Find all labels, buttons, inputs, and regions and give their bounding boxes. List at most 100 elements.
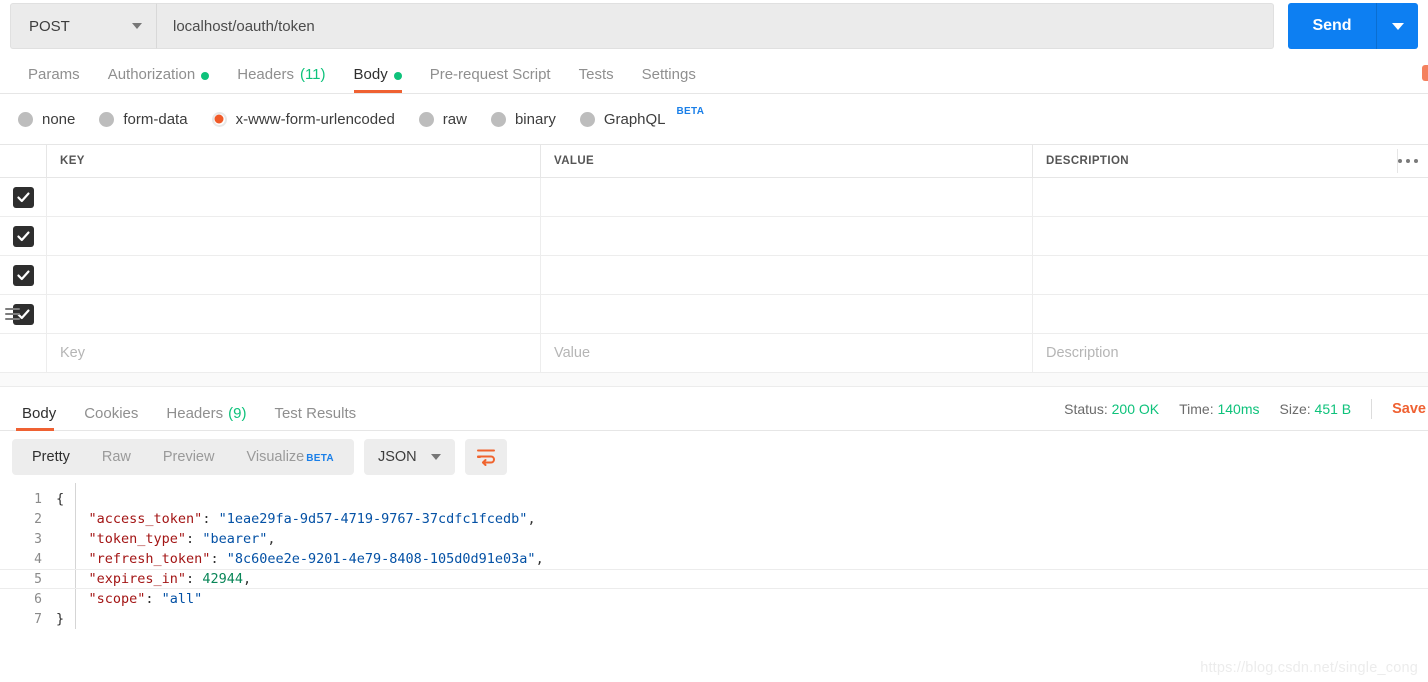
code-token: : (186, 571, 203, 587)
placeholder-description-input[interactable]: Description (1033, 334, 1428, 372)
code-token: { (56, 491, 65, 507)
row-description-input[interactable] (1033, 256, 1428, 294)
request-tab-label: Authorization (107, 66, 196, 83)
line-number: 6 (34, 591, 42, 607)
code-token: , (267, 531, 276, 547)
body-type-x-www-form-urlencoded[interactable]: x-www-form-urlencoded (211, 110, 395, 128)
request-tab-body[interactable]: Body (340, 67, 416, 93)
row-value-input[interactable] (541, 178, 1033, 216)
request-tab-pre-request-script[interactable]: Pre-request Script (416, 67, 565, 93)
request-tab-headers[interactable]: Headers (11) (223, 67, 339, 93)
row-description-input[interactable] (1033, 217, 1428, 255)
word-wrap-icon[interactable] (464, 439, 507, 475)
line-number: 1 (34, 491, 42, 507)
radio-icon[interactable] (579, 111, 595, 127)
table-row[interactable] (0, 217, 1428, 256)
request-tab-settings[interactable]: Settings (628, 67, 710, 93)
bulk-edit-more-icon[interactable] (1398, 159, 1418, 163)
response-tabs: Body Cookies Headers (9) Test Results (8, 387, 370, 431)
request-tab-count: (11) (299, 66, 326, 83)
response-tab-body[interactable]: Body (8, 406, 70, 431)
body-type-label: form-data (123, 110, 188, 128)
code-line-text: "access_token": "1eae29fa-9d57-4719-9767… (56, 511, 536, 527)
body-type-label: x-www-form-urlencoded (235, 110, 395, 128)
placeholder-value-input[interactable]: Value (541, 334, 1033, 372)
line-number: 7 (34, 611, 42, 627)
request-tab-authorization[interactable]: Authorization (94, 67, 224, 93)
body-type-raw[interactable]: raw (418, 111, 467, 128)
url-bar: POST localhost/oauth/token Send (0, 0, 1428, 52)
view-mode-visualize[interactable]: Visualize BETA (230, 439, 349, 475)
cookies-link-clipped[interactable] (1422, 65, 1428, 81)
send-button[interactable]: Send (1288, 3, 1376, 49)
row-key-input[interactable] (47, 256, 541, 294)
header-key-cell: KEY (47, 145, 541, 177)
code-token: "all" (161, 591, 203, 607)
view-mode-label: Raw (101, 449, 131, 465)
table-row[interactable] (0, 256, 1428, 295)
code-line-text: { (56, 491, 64, 507)
code-line-text: } (56, 611, 64, 627)
response-body-code[interactable]: 1{2 "access_token": "1eae29fa-9d57-4719-… (0, 483, 1428, 629)
table-row-placeholder[interactable]: Key Value Description (0, 334, 1428, 373)
row-checkbox[interactable] (12, 186, 34, 208)
header-description-label: DESCRIPTION (1046, 155, 1129, 167)
http-method-select[interactable]: POST (10, 3, 156, 49)
view-mode-preview[interactable]: Preview (147, 439, 231, 475)
row-value-input[interactable] (541, 217, 1033, 255)
response-tab-cookies[interactable]: Cookies (70, 406, 152, 431)
save-response-link[interactable]: Save (1392, 401, 1428, 417)
request-tab-label: Params (28, 66, 80, 83)
row-description-input[interactable] (1033, 295, 1428, 333)
row-key-input[interactable] (47, 295, 541, 333)
response-tab-label: Cookies (84, 404, 139, 422)
view-mode-label: Preview (162, 449, 215, 465)
drag-handle-icon[interactable] (5, 308, 20, 320)
row-value-input[interactable] (541, 256, 1033, 294)
request-tab-tests[interactable]: Tests (565, 67, 628, 93)
body-type-label: binary (514, 110, 556, 128)
code-token: : (202, 511, 219, 527)
radio-icon[interactable] (418, 111, 434, 127)
radio-icon[interactable] (490, 111, 506, 127)
view-mode-pretty[interactable]: Pretty (16, 439, 86, 475)
beta-badge: BETA (676, 105, 705, 117)
row-value-input[interactable] (541, 295, 1033, 333)
code-token: 42944 (202, 571, 243, 587)
radio-icon[interactable] (211, 111, 227, 127)
row-key-input[interactable] (47, 178, 541, 216)
row-checkbox[interactable] (12, 264, 34, 286)
response-format-label: JSON (377, 449, 417, 465)
code-token: "access_token" (56, 511, 203, 527)
request-tab-params[interactable]: Params (14, 67, 94, 93)
row-key-input[interactable] (47, 217, 541, 255)
row-checkbox[interactable] (12, 225, 34, 247)
response-format-select[interactable]: JSON (363, 439, 455, 475)
body-type-binary[interactable]: binary (490, 110, 556, 128)
line-number: 4 (34, 551, 42, 567)
table-row[interactable] (0, 178, 1428, 217)
body-type-label: GraphQL (603, 110, 666, 128)
body-type-none[interactable]: none (18, 111, 75, 128)
code-token: "token_type" (56, 531, 187, 547)
size-badge: Size: 451 B (1280, 401, 1352, 417)
line-number: 5 (34, 571, 42, 587)
row-description-input[interactable] (1033, 178, 1428, 216)
code-token: "scope" (56, 591, 146, 607)
radio-icon[interactable] (99, 111, 115, 127)
url-input[interactable]: localhost/oauth/token (156, 3, 1274, 49)
code-token: , (242, 571, 252, 587)
body-type-form-data[interactable]: form-data (99, 110, 188, 128)
response-tab-test-results[interactable]: Test Results (260, 406, 370, 431)
radio-icon[interactable] (18, 111, 33, 127)
response-tab-headers[interactable]: Headers (9) (152, 406, 260, 431)
request-tab-label: Headers (237, 66, 294, 83)
placeholder-key-text: Key (60, 345, 85, 361)
table-row[interactable] (0, 295, 1428, 334)
body-type-graphql[interactable]: GraphQL BETA (579, 106, 704, 128)
send-options-button[interactable] (1376, 3, 1418, 49)
view-mode-raw[interactable]: Raw (86, 439, 147, 475)
response-viewer-toolbar: Pretty Raw Preview Visualize BETA JSON (0, 431, 1428, 483)
placeholder-key-input[interactable]: Key (47, 334, 541, 372)
response-meta: Status: 200 OK Time: 140ms Size: 451 B S… (1064, 398, 1428, 419)
